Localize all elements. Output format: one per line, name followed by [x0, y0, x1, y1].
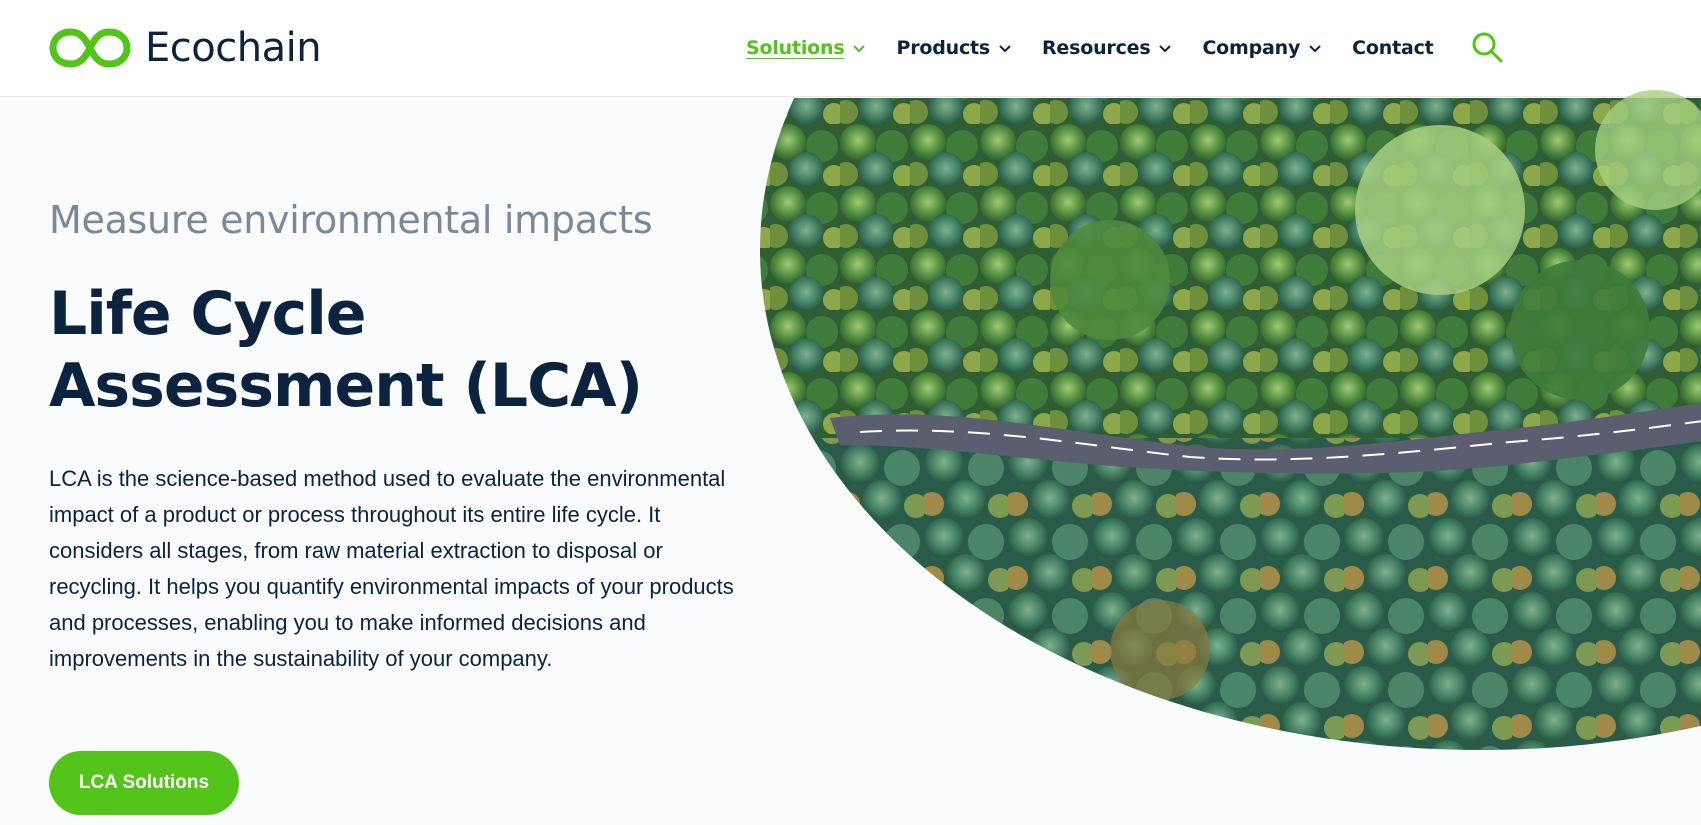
nav-item-label: Products: [896, 37, 990, 59]
nav-item-products[interactable]: Products: [896, 37, 1012, 59]
search-icon: [1472, 32, 1503, 63]
hero-description: LCA is the science-based method used to …: [49, 466, 734, 671]
nav-item-solutions[interactable]: Solutions: [746, 37, 866, 59]
lca-solutions-button[interactable]: LCA Solutions: [49, 751, 239, 815]
nav-item-label: Company: [1202, 37, 1301, 59]
chevron-down-icon: [1159, 45, 1172, 53]
nav-item-contact[interactable]: Contact: [1352, 37, 1434, 59]
chevron-down-icon: [1309, 45, 1321, 53]
nav-item-label: Solutions: [746, 37, 845, 59]
infinity-logo-icon: [49, 28, 131, 68]
nav-item-label: Resources: [1042, 37, 1151, 59]
site-header: Ecochain Solutions Products Resources Co…: [0, 0, 1701, 97]
chevron-down-icon: [999, 45, 1011, 53]
hero-title: Life Cycle Assessment (LCA): [49, 279, 643, 421]
nav-item-resources[interactable]: Resources: [1042, 37, 1172, 59]
nav-item-company[interactable]: Company: [1202, 37, 1322, 59]
hero-subtitle: Measure environmental impacts: [49, 198, 653, 242]
main-nav: Solutions Products Resources Company Con…: [746, 32, 1434, 64]
chevron-down-icon: [853, 45, 866, 53]
brand-name: Ecochain: [145, 25, 322, 71]
search-button[interactable]: [1470, 30, 1504, 64]
ecochain-logo[interactable]: Ecochain: [49, 24, 322, 72]
nav-item-label: Contact: [1352, 37, 1434, 59]
